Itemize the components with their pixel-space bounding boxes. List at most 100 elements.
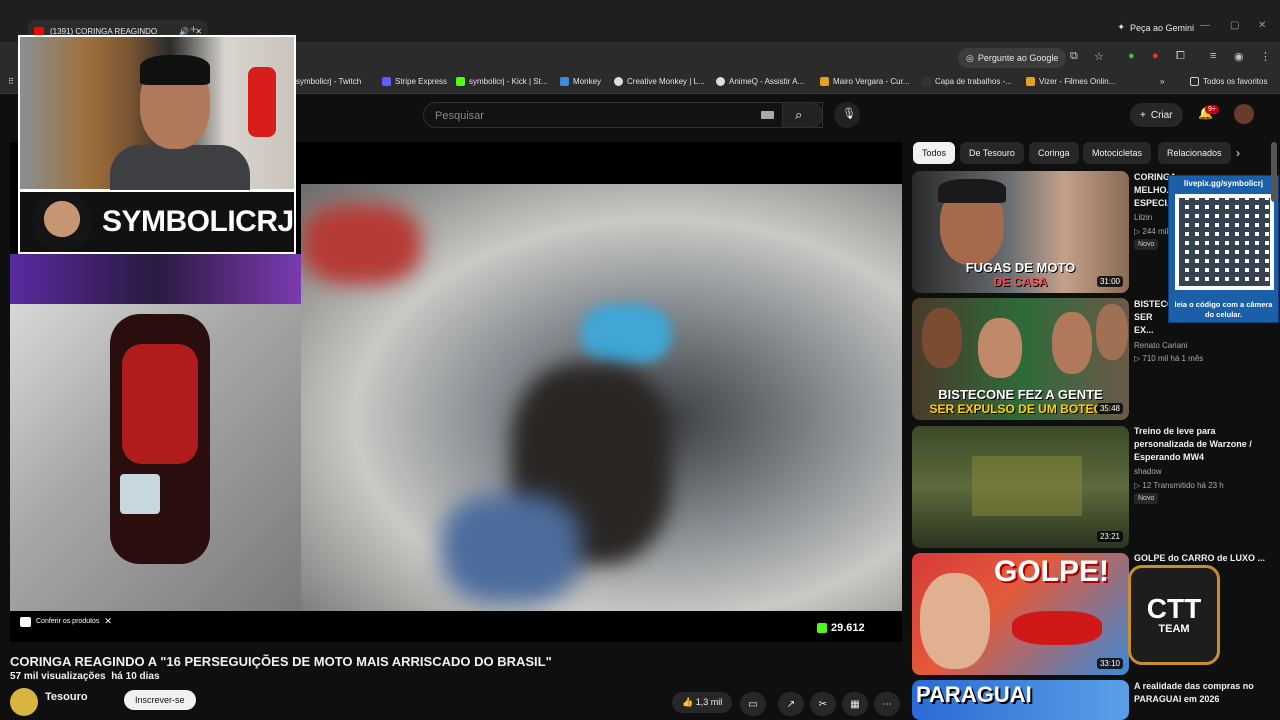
ctt-team-logo: CTT TEAM bbox=[1128, 565, 1220, 665]
search-icon: ⌕ bbox=[795, 107, 803, 122]
streamer-avatar-illustration bbox=[32, 192, 92, 252]
video-thumbnail[interactable]: GOLPE! 33:10 bbox=[912, 553, 1129, 675]
clip-icon[interactable]: ✂ bbox=[810, 692, 836, 716]
search-placeholder: Pesquisar bbox=[435, 110, 484, 122]
globe-icon bbox=[716, 77, 725, 86]
sidebar-stats: ▷ 244 mil bbox=[1134, 227, 1169, 236]
close-icon[interactable]: ✕ bbox=[104, 616, 112, 627]
video-thumbnail[interactable]: FUGAS DE MOTO DE CASA 31:00 bbox=[912, 171, 1129, 293]
mic-icon: 🎙 bbox=[842, 108, 856, 120]
products-chip[interactable]: Conferir os produtos ✕ bbox=[20, 616, 112, 627]
products-label: Conferir os produtos bbox=[36, 618, 100, 625]
extension-red-icon[interactable]: ● bbox=[1152, 50, 1159, 62]
bookmark-item[interactable]: Vizer - Filmes Onlin... bbox=[1026, 77, 1115, 86]
all-favorites-folder[interactable]: Todos os favoritos bbox=[1190, 77, 1267, 86]
video-duration: 33:10 bbox=[1096, 658, 1123, 669]
minimize-icon[interactable]: — bbox=[1200, 20, 1210, 31]
gemini-button[interactable]: ✦ Peça ao Gemini bbox=[1117, 22, 1194, 33]
ask-google-button[interactable]: ◎ Pergunte ao Google bbox=[958, 48, 1067, 68]
subscribe-button[interactable]: Inscrever-se bbox=[124, 690, 196, 710]
sidebar-video-title[interactable]: A realidade das compras no PARAGUAI em 2… bbox=[1134, 680, 1274, 706]
ctt-logo-subtext: TEAM bbox=[1158, 623, 1190, 635]
bookmark-item[interactable]: Capa de trabalhos -... bbox=[922, 77, 1012, 86]
bookmark-item[interactable]: symbolicrj - Twitch bbox=[296, 77, 361, 86]
kick-counter: 29.612 bbox=[817, 622, 865, 634]
video-thumbnail[interactable]: PARAGUAI bbox=[912, 680, 1129, 720]
google-lens-icon: ◎ bbox=[966, 52, 974, 63]
bookmark-item[interactable]: Monkey bbox=[560, 77, 601, 86]
sidebar-channel[interactable]: Lilzin bbox=[1134, 213, 1152, 222]
bookmark-item[interactable]: symbolicrj - Kick | St... bbox=[456, 77, 548, 86]
channel-avatar[interactable] bbox=[10, 688, 38, 716]
browser-menu-icon[interactable]: ⋮ bbox=[1260, 50, 1271, 63]
microphone-image bbox=[248, 67, 276, 137]
sidebar-video-title[interactable]: BISTECO... SER EX... BOTECO RAIZ - DEU R… bbox=[1134, 298, 1168, 338]
chip-relacionados[interactable]: Relacionados bbox=[1158, 142, 1231, 164]
bookmarks-more-icon[interactable]: » bbox=[1160, 77, 1164, 86]
keyboard-icon[interactable] bbox=[761, 111, 774, 119]
video-thumbnail[interactable]: BISTECONE FEZ A GENTE SER EXPULSO DE UM … bbox=[912, 298, 1129, 420]
bookmarks-more-label: » bbox=[1160, 77, 1165, 86]
apps-icon[interactable]: ⠿ bbox=[8, 77, 14, 86]
extensions-puzzle-icon[interactable]: ⧠ bbox=[1176, 50, 1185, 63]
sidebar-stats: ▷ 710 mil há 1 mês bbox=[1134, 354, 1204, 363]
bookmark-star-icon[interactable]: ☆ bbox=[1094, 50, 1104, 63]
install-icon[interactable]: ⧉ bbox=[1070, 50, 1078, 63]
chip-coringa[interactable]: Coringa bbox=[1029, 142, 1079, 164]
new-tab-icon[interactable]: + bbox=[190, 22, 197, 36]
chevron-right-icon[interactable]: › bbox=[1236, 146, 1240, 160]
chip-todos[interactable]: Todos bbox=[913, 142, 956, 164]
streamer-nameplate: SYMBOLICRJ bbox=[18, 190, 296, 254]
maximize-icon[interactable]: ▢ bbox=[1230, 20, 1239, 31]
gemini-icon: ✦ bbox=[1117, 22, 1125, 32]
account-avatar[interactable] bbox=[1234, 104, 1254, 124]
more-actions-icon[interactable]: ⋯ bbox=[874, 692, 900, 716]
document-icon bbox=[922, 77, 931, 86]
share-icon[interactable]: ↗ bbox=[778, 692, 804, 716]
bookmark-label: Mairo Vergara - Cur... bbox=[833, 77, 910, 86]
voice-search-button[interactable]: 🎙 bbox=[834, 102, 860, 128]
profile-icon[interactable]: ◉ bbox=[1234, 50, 1244, 63]
qr-instruction: leia o código com a câmera do celular. bbox=[1174, 300, 1273, 319]
channel-name[interactable]: Tesouro bbox=[45, 691, 88, 703]
search-button[interactable]: ⌕ bbox=[782, 102, 823, 128]
like-button[interactable]: 👍 1,3 mil bbox=[672, 692, 733, 713]
bookmark-item[interactable]: Stripe Express bbox=[382, 77, 447, 86]
close-window-icon[interactable]: ✕ bbox=[1258, 20, 1266, 31]
create-button[interactable]: + Criar bbox=[1130, 103, 1183, 127]
bookmark-label: AnimeQ - Assistir A... bbox=[729, 77, 805, 86]
sidebar-channel[interactable]: shadow bbox=[1134, 467, 1162, 476]
media-control-icon[interactable]: ≡ bbox=[1210, 50, 1216, 62]
thumbnail-caption: GOLPE! bbox=[994, 555, 1110, 588]
sidebar-scrollbar[interactable] bbox=[1271, 142, 1277, 202]
sidebar-stats: ▷ 12 Transmitido há 23 h bbox=[1134, 481, 1224, 490]
video-duration: 35:48 bbox=[1096, 403, 1123, 414]
video-duration: 23:21 bbox=[1096, 531, 1123, 542]
bookmark-item[interactable]: Mairo Vergara - Cur... bbox=[820, 77, 909, 86]
sidebar-video-title[interactable]: Treino de leve para personalizada de War… bbox=[1134, 425, 1274, 464]
bookmark-item[interactable]: Creative Monkey | L... bbox=[614, 77, 705, 86]
thumbnail-caption: BISTECONE FEZ A GENTE bbox=[938, 387, 1103, 402]
globe-icon bbox=[614, 77, 623, 86]
chip-de-tesouro[interactable]: De Tesouro bbox=[960, 142, 1024, 164]
vizer-icon bbox=[1026, 77, 1035, 86]
save-icon[interactable]: ▦ bbox=[842, 692, 868, 716]
thumbnail-caption: FUGAS DE MOTO bbox=[965, 260, 1076, 275]
comment-icon[interactable]: ▭ bbox=[740, 692, 766, 716]
video-thumbnail[interactable]: 23:21 bbox=[912, 426, 1129, 548]
bookmark-label: Monkey bbox=[573, 77, 602, 86]
bookmark-label: Creative Monkey | L... bbox=[627, 77, 705, 86]
extension-green-icon[interactable]: ● bbox=[1128, 50, 1135, 62]
notification-badge: 9+ bbox=[1205, 105, 1219, 114]
kick-count: 29.612 bbox=[831, 622, 865, 634]
kick-logo-icon bbox=[817, 623, 827, 633]
bookmark-label: symbolicrj - Twitch bbox=[296, 77, 362, 86]
stream-overlay-art bbox=[10, 254, 301, 304]
video-meta: 57 mil visualizações há 10 dias bbox=[10, 671, 160, 682]
youtube-favicon-icon bbox=[34, 27, 44, 35]
bookmark-item[interactable]: AnimeQ - Assistir A... bbox=[716, 77, 804, 86]
plus-icon: + bbox=[1140, 109, 1146, 121]
chip-motocicletas[interactable]: Motocicletas bbox=[1083, 142, 1152, 164]
sidebar-video-title[interactable]: CORINGA... MELHO... ESPECI... bbox=[1134, 171, 1184, 210]
sidebar-channel[interactable]: Renato Cariani bbox=[1134, 341, 1187, 350]
